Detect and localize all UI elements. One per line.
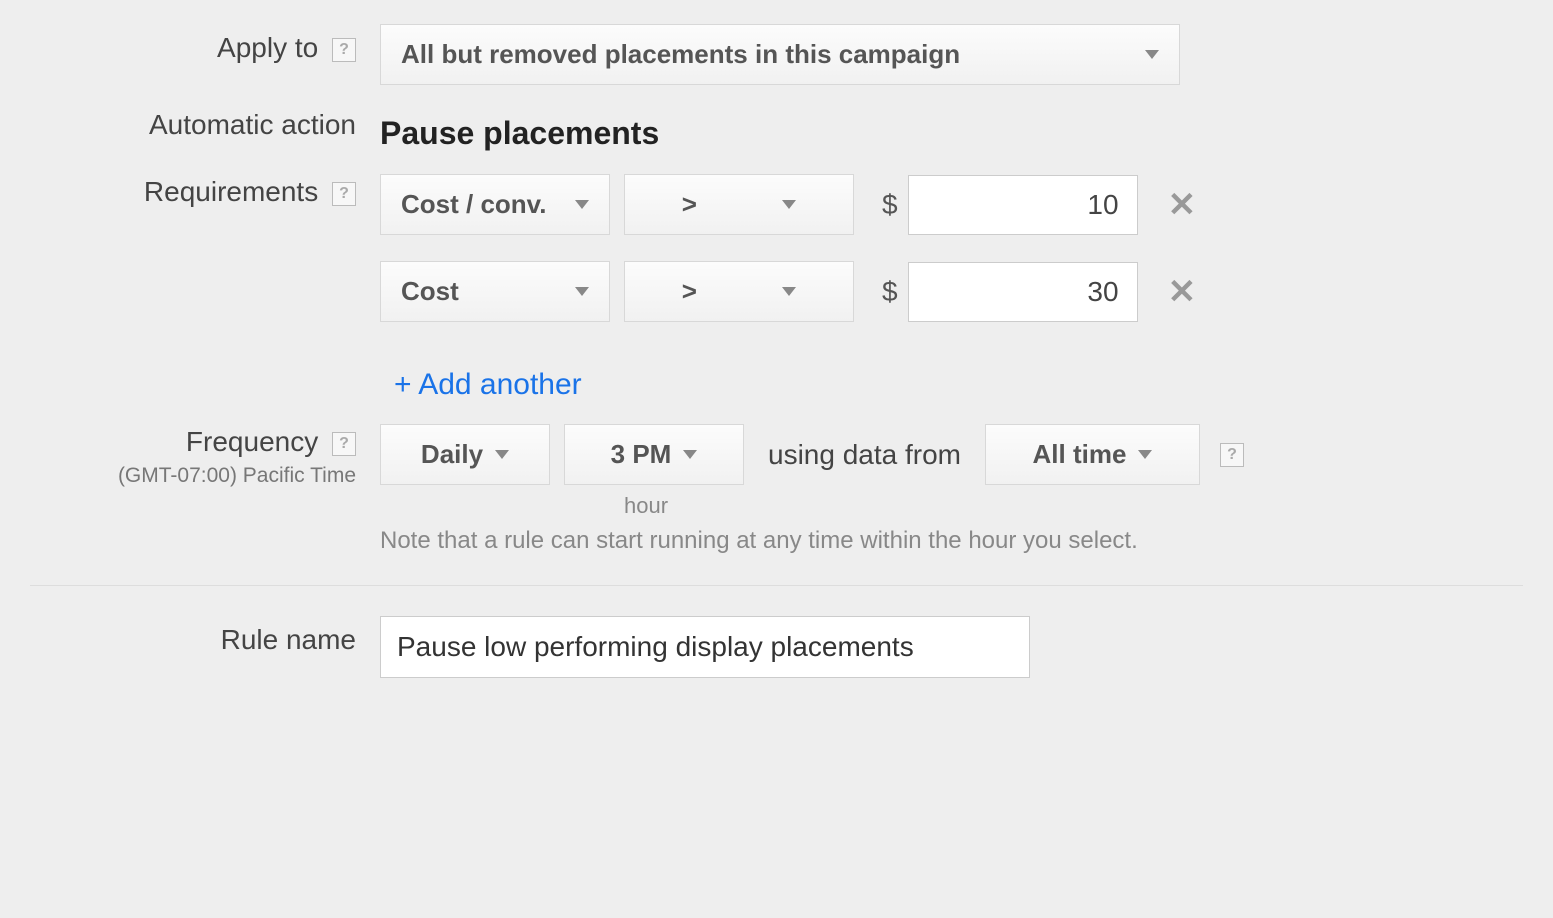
chevron-down-icon: [1138, 450, 1152, 459]
frequency-interval-value: Daily: [421, 439, 483, 470]
chevron-down-icon: [683, 450, 697, 459]
requirement-row: Cost / conv. > $ ✕: [380, 174, 1523, 235]
operator-dropdown[interactable]: >: [624, 261, 854, 322]
requirements-label: Requirements: [144, 176, 318, 207]
frequency-label: Frequency: [186, 426, 318, 457]
add-another-link[interactable]: + Add another: [380, 368, 582, 402]
frequency-interval-dropdown[interactable]: Daily: [380, 424, 550, 485]
automatic-action-label: Automatic action: [149, 109, 356, 140]
metric-dropdown[interactable]: Cost: [380, 261, 610, 322]
operator-dropdown[interactable]: >: [624, 174, 854, 235]
operator-value: >: [682, 276, 697, 307]
timezone-label: (GMT-07:00) Pacific Time: [30, 464, 356, 488]
frequency-note: Note that a rule can start running at an…: [380, 527, 1523, 555]
chevron-down-icon: [575, 287, 589, 296]
metric-value: Cost: [401, 276, 459, 307]
using-data-from-label: using data from: [768, 439, 961, 471]
currency-symbol: $: [882, 276, 898, 308]
threshold-input[interactable]: [908, 175, 1138, 235]
rule-name-label: Rule name: [221, 624, 356, 655]
apply-to-value: All but removed placements in this campa…: [401, 39, 960, 70]
metric-dropdown[interactable]: Cost / conv.: [380, 174, 610, 235]
hour-sublabel: hour: [624, 493, 1523, 519]
metric-value: Cost / conv.: [401, 189, 546, 220]
help-icon[interactable]: ?: [1220, 443, 1244, 467]
divider: [30, 585, 1523, 586]
chevron-down-icon: [782, 287, 796, 296]
threshold-input[interactable]: [908, 262, 1138, 322]
requirement-row: Cost > $ ✕: [380, 261, 1523, 322]
automatic-action-value: Pause placements: [380, 107, 1523, 152]
apply-to-label: Apply to: [217, 32, 318, 63]
operator-value: >: [682, 189, 697, 220]
chevron-down-icon: [495, 450, 509, 459]
chevron-down-icon: [782, 200, 796, 209]
help-icon[interactable]: ?: [332, 38, 356, 62]
frequency-hour-value: 3 PM: [611, 439, 672, 470]
help-icon[interactable]: ?: [332, 432, 356, 456]
close-icon[interactable]: ✕: [1168, 272, 1197, 312]
close-icon[interactable]: ✕: [1168, 185, 1197, 225]
currency-symbol: $: [882, 189, 898, 221]
chevron-down-icon: [1145, 50, 1159, 59]
data-range-dropdown[interactable]: All time: [985, 424, 1200, 485]
help-icon[interactable]: ?: [332, 182, 356, 206]
apply-to-dropdown[interactable]: All but removed placements in this campa…: [380, 24, 1180, 85]
frequency-hour-dropdown[interactable]: 3 PM: [564, 424, 744, 485]
data-range-value: All time: [1033, 439, 1127, 470]
chevron-down-icon: [575, 200, 589, 209]
rule-name-input[interactable]: [380, 616, 1030, 678]
